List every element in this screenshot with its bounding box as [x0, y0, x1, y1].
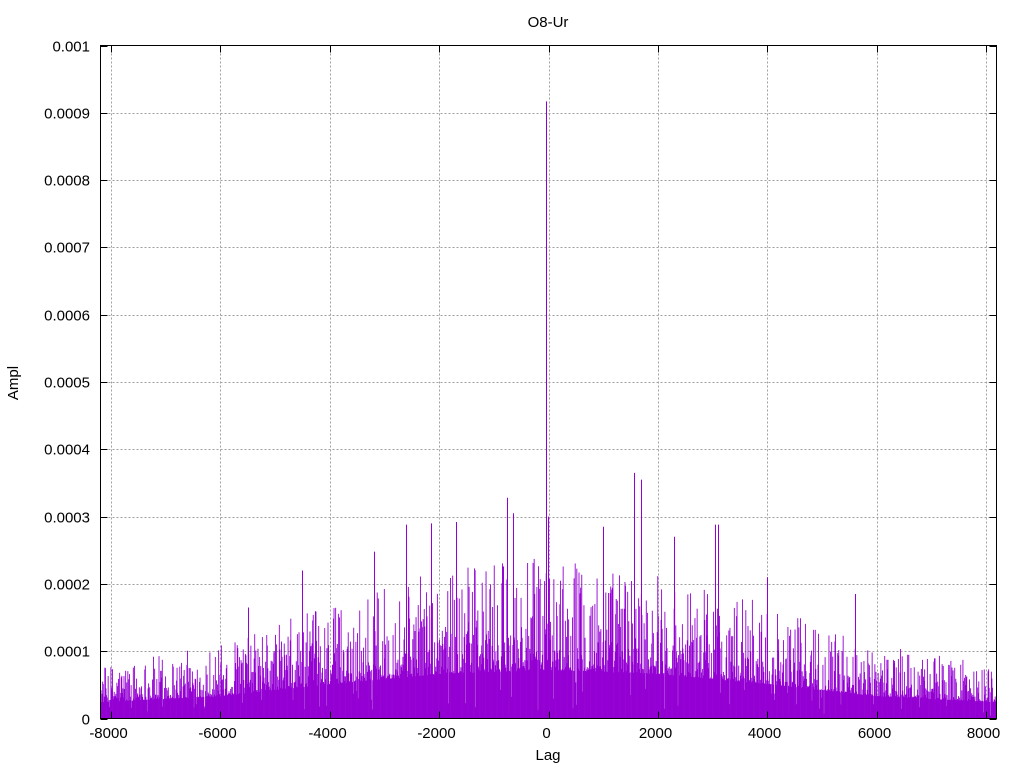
x-tick-label: 8000	[967, 725, 1000, 742]
x-tick-label: -6000	[198, 725, 236, 742]
chart: O8-Ur Lag Ampl 0 0.0001 0.0002 0.0003 0.0004…	[5, 14, 1000, 764]
x-tick-label: -4000	[308, 725, 346, 742]
x-tick-label: 4000	[748, 725, 781, 742]
y-tick-label: 0.0003	[44, 510, 90, 527]
x-tick-label: -8000	[89, 725, 127, 742]
bars	[100, 101, 997, 719]
y-tick-label: 0.0001	[44, 644, 90, 661]
x-tick-label: -2000	[417, 725, 455, 742]
y-tick-label: 0.0005	[44, 375, 90, 392]
chart-title: O8-Ur	[528, 14, 569, 31]
ticks: 0 0.0001 0.0002 0.0003 0.0004 0.0005 0.0006 0.0…	[44, 39, 1000, 743]
y-tick-label: 0.0009	[44, 106, 90, 123]
y-tick-label: 0.001	[52, 39, 90, 56]
y-tick-label: 0.0004	[44, 442, 90, 459]
y-tick-label: 0.0008	[44, 173, 90, 190]
y-axis-label: Ampl	[5, 366, 22, 400]
x-tick-label: 2000	[639, 725, 672, 742]
x-tick-label: 0	[542, 725, 550, 742]
x-axis-label: Lag	[535, 747, 560, 764]
y-tick-label: 0.0002	[44, 577, 90, 594]
y-tick-label: 0.0006	[44, 308, 90, 325]
x-tick-label: 6000	[858, 725, 891, 742]
y-tick-label: 0.0007	[44, 240, 90, 257]
